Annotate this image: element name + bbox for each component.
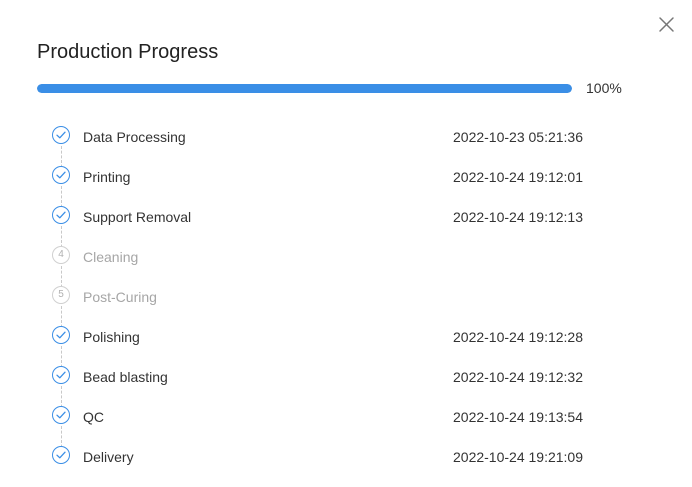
check-icon (52, 446, 70, 464)
step-timestamp: 2022-10-24 19:12:01 (453, 169, 583, 185)
step-label: Polishing (83, 329, 140, 345)
step-label: Bead blasting (83, 369, 168, 385)
step-timestamp: 2022-10-24 19:12:32 (453, 369, 583, 385)
step-label: Post-Curing (83, 289, 157, 305)
step-timestamp: 2022-10-24 19:12:13 (453, 209, 583, 225)
check-icon (52, 326, 70, 344)
step-timestamp: 2022-10-24 19:13:54 (453, 409, 583, 425)
step-label: Support Removal (83, 209, 192, 225)
check-icon (52, 166, 70, 184)
step-label: Cleaning (83, 249, 139, 265)
step-timestamp: 2022-10-24 19:21:09 (453, 449, 583, 465)
step-item: 5 Post-Curing (0, 277, 692, 337)
step-label: QC (83, 409, 104, 425)
production-progress-dialog: Production Progress 100% Data Processing… (0, 0, 692, 487)
step-number: 5 (58, 289, 64, 300)
step-item: Printing 2022-10-24 19:12:01 (0, 157, 692, 217)
check-icon (52, 206, 70, 224)
step-label: Delivery (83, 449, 134, 465)
check-icon (52, 406, 70, 424)
step-item: Bead blasting 2022-10-24 19:12:32 (0, 357, 692, 417)
step-item: 4 Cleaning (0, 237, 692, 297)
step-timestamp: 2022-10-24 19:12:28 (453, 329, 583, 345)
close-button[interactable] (656, 14, 676, 34)
step-item: Support Removal 2022-10-24 19:12:13 (0, 197, 692, 257)
close-icon (659, 17, 674, 32)
progress-bar (37, 84, 572, 93)
step-number: 4 (58, 249, 64, 260)
progress-bar-fill (37, 84, 572, 93)
step-number-icon: 5 (52, 286, 70, 304)
step-timestamp: 2022-10-23 05:21:36 (453, 129, 583, 145)
check-icon (52, 126, 70, 144)
step-label: Printing (83, 169, 131, 185)
step-label: Data Processing (83, 129, 186, 145)
check-icon (52, 366, 70, 384)
steps-timeline: Data Processing 2022-10-23 05:21:36 Printi… (0, 117, 692, 477)
step-number-icon: 4 (52, 246, 70, 264)
progress-percent: 100% (586, 80, 622, 96)
step-item: Data Processing 2022-10-23 05:21:36 (0, 117, 692, 177)
dialog-title: Production Progress (37, 41, 219, 63)
step-item: Delivery 2022-10-24 19:21:09 (0, 437, 692, 477)
step-item: QC 2022-10-24 19:13:54 (0, 397, 692, 457)
step-item: Polishing 2022-10-24 19:12:28 (0, 317, 692, 377)
